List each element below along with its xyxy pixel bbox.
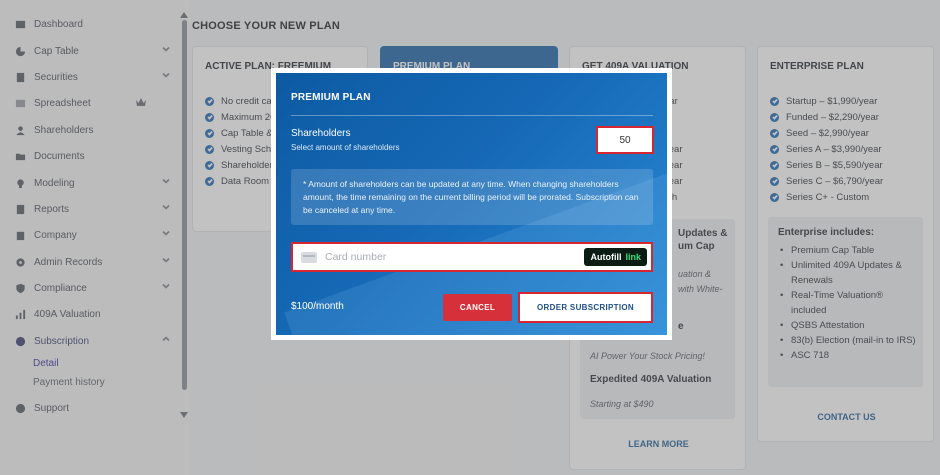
shareholders-sublabel: Select amount of shareholders [291, 143, 400, 152]
shareholders-label: Shareholders [291, 128, 351, 139]
card-number-field[interactable]: Card number Autofill link [291, 242, 653, 272]
subscription-modal: PREMIUM PLAN Shareholders Select amount … [271, 68, 672, 340]
autofill-link-button[interactable]: Autofill link [584, 248, 647, 266]
modal-body: PREMIUM PLAN Shareholders Select amount … [276, 73, 667, 335]
order-subscription-button[interactable]: ORDER SUBSCRIPTION [518, 292, 653, 323]
card-number-placeholder[interactable]: Card number [325, 251, 584, 263]
modal-title: PREMIUM PLAN [291, 92, 371, 103]
info-notice: * Amount of shareholders can be updated … [291, 169, 653, 225]
price-label: $100/month [291, 301, 344, 312]
shareholders-input[interactable]: 50 [596, 126, 654, 154]
cancel-button[interactable]: CANCEL [443, 294, 512, 321]
divider [291, 115, 653, 116]
credit-card-icon [301, 251, 317, 263]
